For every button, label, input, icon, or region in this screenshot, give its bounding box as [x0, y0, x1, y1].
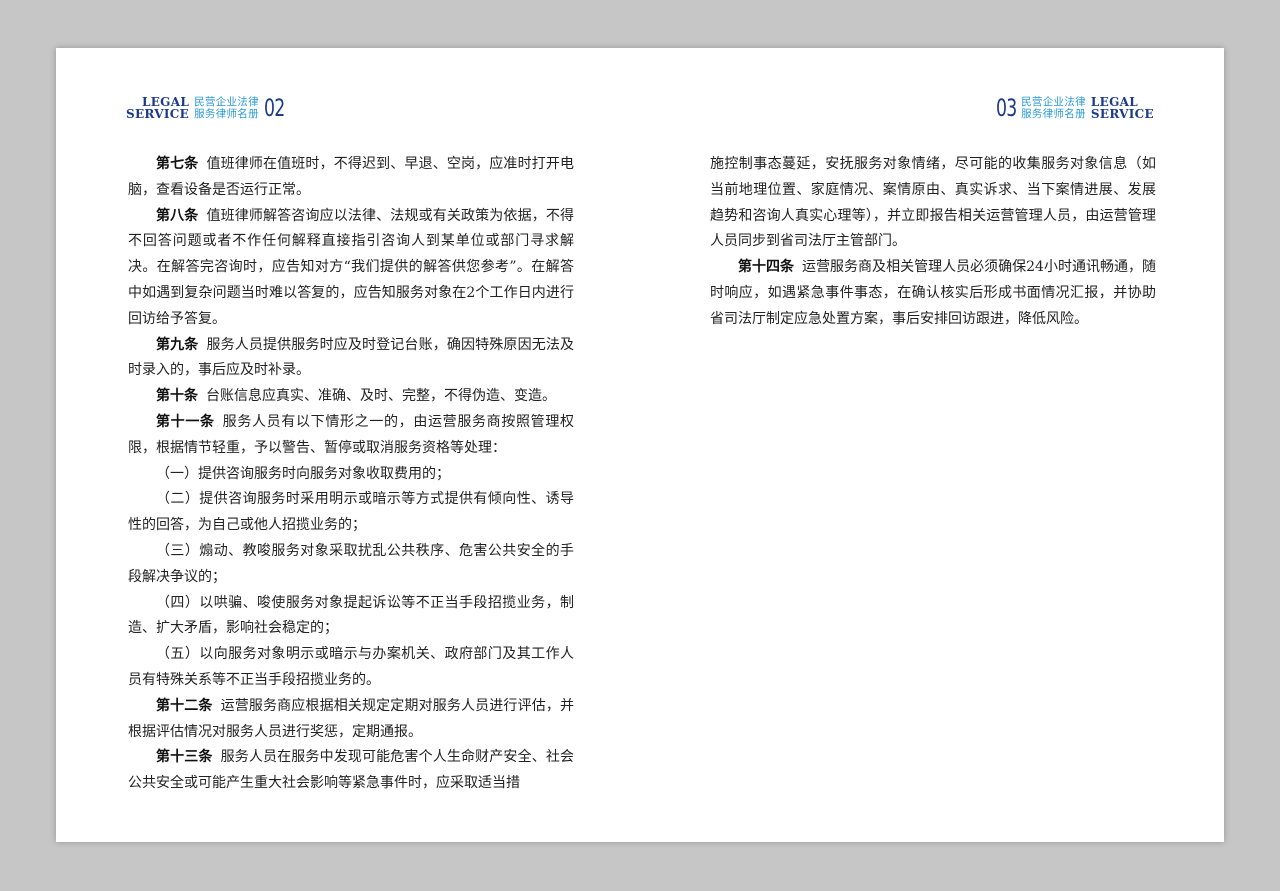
- article-text: 值班律师解答咨询应以法律、法规或有关政策为依据，不得不回答问题或者不作任何解释直…: [128, 207, 575, 327]
- article-number: 第十二条: [156, 697, 213, 714]
- right-page-header: 03 民营企业法律 服务律师名册 LEGAL SERVICE: [988, 93, 1154, 123]
- list-item-text: （四）以哄骗、唆使服务对象提起诉讼等不正当手段招揽业务，制造、扩大矛盾，影响社会…: [128, 594, 574, 637]
- service-word: SERVICE: [1090, 107, 1154, 121]
- book-title-line2: 服务律师名册: [1021, 108, 1086, 120]
- right-body-text: 施控制事态蔓延，安抚服务对象情绪，尽可能的收集服务对象信息（如当前地理位置、家庭…: [710, 152, 1156, 333]
- article-number: 第八条: [156, 207, 199, 224]
- article-number: 第七条: [156, 156, 199, 172]
- article-paragraph: 第九条 服务人员提供服务时应及时登记台账，确因特殊原因无法及时录入的，事后应及时补…: [128, 333, 574, 385]
- article-number: 第十条: [156, 388, 198, 405]
- book-title-line2: 服务律师名册: [194, 108, 259, 120]
- list-item-paragraph: （三）煽动、教唆服务对象采取扰乱公共秩序、危害公共安全的手段解决争议的；: [128, 539, 574, 591]
- book-title: 民营企业法律 服务律师名册: [194, 96, 259, 120]
- article-number: 第十三条: [156, 749, 213, 766]
- article-paragraph: 第八条 值班律师解答咨询应以法律、法规或有关政策为依据，不得不回答问题或者不作任何…: [128, 204, 574, 333]
- page-number: 03: [995, 94, 1017, 122]
- article-paragraph: 第十四条 运营服务商及相关管理人员必须确保24小时通讯畅通，随时响应，如遇紧急事件…: [710, 255, 1156, 332]
- article-text: 台账信息应真实、准确、及时、完整，不得伪造、变造。: [206, 388, 556, 405]
- left-page: LEGAL SERVICE 民营企业法律 服务律师名册 02 第七条 值班律师在值…: [56, 48, 640, 842]
- article-paragraph: 第七条 值班律师在值班时，不得迟到、早退、空岗，应准时打开电脑，查看设备是否运行正…: [128, 152, 574, 204]
- article-paragraph: 第十一条 服务人员有以下情形之一的，由运营服务商按照管理权限，根据情节轻重，予以警…: [128, 410, 574, 462]
- list-item-paragraph: （四）以哄骗、唆使服务对象提起诉讼等不正当手段招揽业务，制造、扩大矛盾，影响社会…: [128, 591, 574, 643]
- list-item-text: （五）以向服务对象明示或暗示与办案机关、政府部门及其工作人员有特殊关系等不正当手…: [128, 646, 574, 688]
- list-item-text: （三）煽动、教唆服务对象采取扰乱公共秩序、危害公共安全的手段解决争议的；: [128, 542, 574, 585]
- book-title-line1: 民营企业法律: [1021, 96, 1086, 108]
- page-number: 02: [263, 94, 285, 122]
- article-number: 第十四条: [738, 259, 795, 276]
- legal-service-logo: LEGAL SERVICE: [126, 96, 189, 120]
- left-body-text: 第七条 值班律师在值班时，不得迟到、早退、空岗，应准时打开电脑，查看设备是否运行正…: [128, 152, 574, 797]
- list-item-paragraph: （一）提供咨询服务时向服务对象收取费用的；: [128, 462, 574, 488]
- list-item-paragraph: （五）以向服务对象明示或暗示与办案机关、政府部门及其工作人员有特殊关系等不正当手…: [128, 642, 574, 694]
- article-paragraph: 第十二条 运营服务商应根据相关规定定期对服务人员进行评估，并根据评估情况对服务人员…: [128, 694, 574, 746]
- article-number: 第九条: [156, 336, 199, 353]
- legal-service-logo: LEGAL SERVICE: [1091, 96, 1154, 120]
- article-paragraph: 第十三条 服务人员在服务中发现可能危害个人生命财产安全、社会公共安全或可能产生重大…: [128, 745, 574, 797]
- list-item-text: （一）提供咨询服务时向服务对象收取费用的；: [156, 465, 450, 482]
- left-page-header: LEGAL SERVICE 民营企业法律 服务律师名册 02: [126, 93, 292, 123]
- book-title-line1: 民营企业法律: [194, 96, 259, 108]
- list-item-paragraph: （二）提供咨询服务时采用明示或暗示等方式提供有倾向性、诱导性的回答，为自己或他人…: [128, 487, 574, 539]
- right-page: 03 民营企业法律 服务律师名册 LEGAL SERVICE 施控制事态蔓延，安…: [640, 48, 1224, 842]
- service-word: SERVICE: [126, 107, 190, 121]
- article-paragraph: 第十条 台账信息应真实、准确、及时、完整，不得伪造、变造。: [128, 384, 574, 410]
- book-spread: LEGAL SERVICE 民营企业法律 服务律师名册 02 第七条 值班律师在值…: [56, 48, 1224, 842]
- article-number: 第十一条: [156, 413, 215, 430]
- book-title: 民营企业法律 服务律师名册: [1021, 96, 1086, 120]
- continued-paragraph: 施控制事态蔓延，安抚服务对象情绪，尽可能的收集服务对象信息（如当前地理位置、家庭…: [710, 156, 1156, 250]
- list-item-text: （二）提供咨询服务时采用明示或暗示等方式提供有倾向性、诱导性的回答，为自己或他人…: [128, 491, 574, 534]
